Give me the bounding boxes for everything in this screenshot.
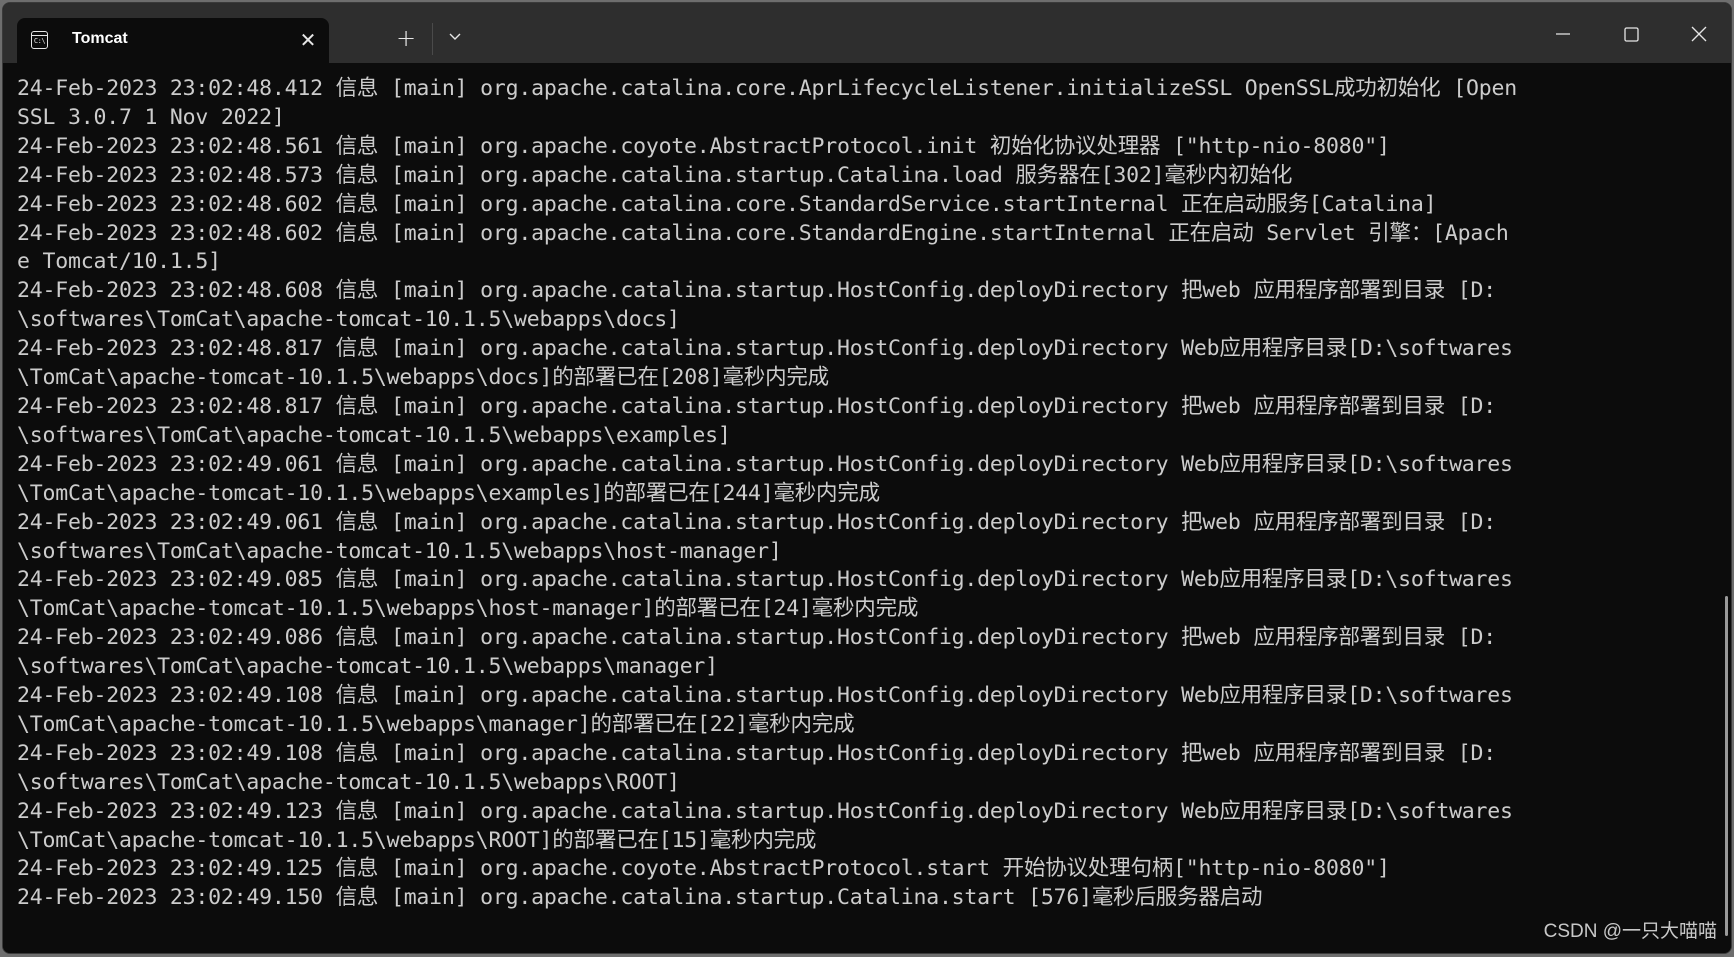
log-line: 24-Feb-2023 23:02:48.608 信息 [main] org.a… (17, 278, 1497, 304)
log-line: \softwares\TomCat\apache-tomcat-10.1.5\w… (17, 422, 731, 448)
tab-separator (432, 23, 433, 55)
log-line: 24-Feb-2023 23:02:48.817 信息 [main] org.a… (17, 393, 1497, 419)
minimize-icon (1556, 33, 1570, 35)
tab-dropdown-button[interactable] (441, 27, 469, 51)
maximize-icon (1623, 26, 1639, 42)
log-line: 24-Feb-2023 23:02:49.085 信息 [main] org.a… (17, 567, 1513, 593)
log-line: 24-Feb-2023 23:02:48.573 信息 [main] org.a… (17, 162, 1293, 188)
log-line: 24-Feb-2023 23:02:49.108 信息 [main] org.a… (17, 683, 1513, 709)
maximize-button[interactable] (1611, 17, 1651, 51)
log-line: 24-Feb-2023 23:02:49.108 信息 [main] org.a… (17, 740, 1497, 766)
close-icon (1691, 26, 1707, 42)
log-line: 24-Feb-2023 23:02:49.086 信息 [main] org.a… (17, 625, 1497, 651)
log-line: \TomCat\apache-tomcat-10.1.5\webapps\ROO… (17, 827, 817, 853)
log-line: 24-Feb-2023 23:02:49.125 信息 [main] org.a… (17, 856, 1390, 882)
log-line: \TomCat\apache-tomcat-10.1.5\webapps\man… (17, 711, 855, 737)
log-line: \softwares\TomCat\apache-tomcat-10.1.5\w… (17, 654, 718, 680)
log-line: 24-Feb-2023 23:02:48.602 信息 [main] org.a… (17, 220, 1509, 246)
tab-tomcat[interactable]: C:\ Tomcat ✕ (17, 18, 329, 63)
terminal-window: C:\ Tomcat ✕ + 24-Feb-2023 23:02:48.412 … (2, 2, 1732, 954)
close-tab-button[interactable]: ✕ (294, 26, 322, 54)
command-prompt-icon: C:\ (31, 31, 48, 49)
tab-title: Tomcat (72, 30, 128, 47)
log-line: e Tomcat/10.1.5] (17, 249, 221, 275)
log-line: 24-Feb-2023 23:02:48.561 信息 [main] org.a… (17, 133, 1390, 159)
vertical-scrollbar[interactable] (1725, 596, 1728, 936)
log-line: 24-Feb-2023 23:02:48.412 信息 [main] org.a… (17, 76, 1517, 101)
log-line: 24-Feb-2023 23:02:49.061 信息 [main] org.a… (17, 509, 1497, 535)
new-tab-button[interactable]: + (391, 23, 421, 53)
log-line: \TomCat\apache-tomcat-10.1.5\webapps\doc… (17, 365, 829, 391)
log-lines: 24-Feb-2023 23:02:48.412 信息 [main] org.a… (17, 75, 1731, 913)
log-line: \TomCat\apache-tomcat-10.1.5\webapps\hos… (17, 596, 919, 622)
log-line: \softwares\TomCat\apache-tomcat-10.1.5\w… (17, 307, 680, 333)
log-line: 24-Feb-2023 23:02:49.123 信息 [main] org.a… (17, 798, 1513, 824)
terminal-output[interactable]: 24-Feb-2023 23:02:48.412 信息 [main] org.a… (3, 63, 1731, 953)
log-line: 24-Feb-2023 23:02:48.817 信息 [main] org.a… (17, 336, 1513, 362)
minimize-button[interactable] (1543, 17, 1583, 51)
log-line: \softwares\TomCat\apache-tomcat-10.1.5\w… (17, 538, 782, 564)
close-window-button[interactable] (1679, 17, 1719, 51)
log-line: \TomCat\apache-tomcat-10.1.5\webapps\exa… (17, 480, 880, 506)
log-line: 24-Feb-2023 23:02:49.150 信息 [main] org.a… (17, 885, 1263, 911)
log-line: \softwares\TomCat\apache-tomcat-10.1.5\w… (17, 769, 680, 795)
log-line: 24-Feb-2023 23:02:49.061 信息 [main] org.a… (17, 451, 1513, 477)
chevron-down-icon (449, 33, 461, 40)
watermark: CSDN @一只大喵喵 (1543, 921, 1717, 942)
log-line: SSL 3.0.7 1 Nov 2022] (17, 104, 285, 130)
log-line: 24-Feb-2023 23:02:48.602 信息 [main] org.a… (17, 191, 1437, 217)
title-bar[interactable]: C:\ Tomcat ✕ + (3, 3, 1731, 63)
